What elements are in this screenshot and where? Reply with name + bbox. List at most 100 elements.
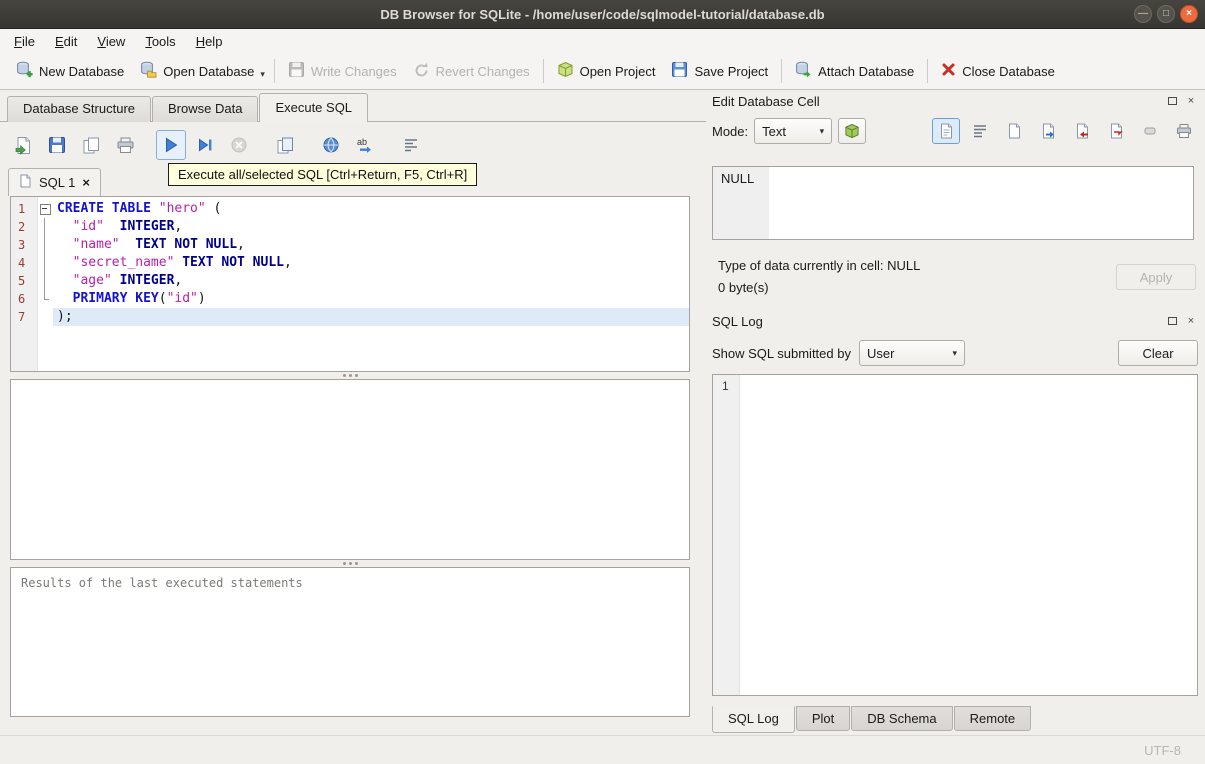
tab-execute-sql[interactable]: Execute SQL xyxy=(259,93,369,122)
save-cell-button[interactable] xyxy=(1102,118,1130,144)
results-message-area[interactable]: Results of the last executed statements xyxy=(10,567,690,717)
code-line-4[interactable]: 4 "secret_name" TEXT NOT NULL, xyxy=(11,254,689,272)
code-line-1[interactable]: 1 CREATE TABLE "hero" ( xyxy=(11,200,689,218)
close-dock-icon[interactable]: × xyxy=(1184,94,1198,108)
attach-database-label: Attach Database xyxy=(818,63,915,79)
fold-toggle-icon[interactable] xyxy=(37,200,53,218)
tab-sql-log[interactable]: SQL Log xyxy=(712,706,795,733)
window-title: DB Browser for SQLite - /home/user/code/… xyxy=(380,6,825,22)
code-text: "age" INTEGER, xyxy=(72,273,183,288)
bottom-tab-bar: SQL Log Plot DB Schema Remote xyxy=(712,706,1032,733)
code-line-3[interactable]: 3 "name" TEXT NOT NULL, xyxy=(11,236,689,254)
save-project-button[interactable]: Save Project xyxy=(663,56,776,86)
menu-file[interactable]: File xyxy=(4,31,45,52)
chevron-down-icon: ▾ xyxy=(819,125,825,136)
close-dock-icon[interactable]: × xyxy=(1184,314,1198,328)
splitter-handle[interactable] xyxy=(10,372,690,379)
tooltip: Execute all/selected SQL [Ctrl+Return, F… xyxy=(168,163,478,186)
copy-cell-button[interactable] xyxy=(1000,118,1028,144)
code-text: PRIMARY KEY("id") xyxy=(72,291,206,306)
sql-log-filter-label: Show SQL submitted by xyxy=(712,345,851,361)
auto-switch-mode-button[interactable] xyxy=(838,118,867,144)
print-cell-button[interactable] xyxy=(1170,118,1198,144)
menu-bar: File Edit View Tools Help xyxy=(0,29,1205,53)
cell-editor[interactable]: NULL xyxy=(712,166,1194,240)
code-line-5[interactable]: 5 "age" INTEGER, xyxy=(11,272,689,290)
results-grid[interactable] xyxy=(10,379,690,560)
fold-margin xyxy=(37,218,53,236)
sql-editor[interactable]: 1 CREATE TABLE "hero" (2 "id" INTEGER, 3 "… xyxy=(10,196,690,372)
format-sql-button[interactable] xyxy=(396,130,426,160)
close-database-icon xyxy=(941,62,956,80)
code-line-2[interactable]: 2 "id" INTEGER, xyxy=(11,218,689,236)
right-pane: Edit Database Cell × Mode: Text ▾ NULL T… xyxy=(706,90,1205,735)
maximize-button[interactable]: □ xyxy=(1157,5,1175,23)
close-database-label: Close Database xyxy=(962,63,1055,79)
print-sql-button[interactable] xyxy=(110,130,140,160)
tab-remote[interactable]: Remote xyxy=(953,706,1032,731)
clear-log-button[interactable]: Clear xyxy=(1118,340,1198,366)
close-window-button[interactable]: × xyxy=(1180,5,1198,23)
minimize-button[interactable]: — xyxy=(1134,5,1152,23)
menu-view[interactable]: View xyxy=(87,31,135,52)
attach-database-button[interactable]: Attach Database xyxy=(787,56,922,86)
close-database-button[interactable]: Close Database xyxy=(933,57,1063,85)
menu-tools[interactable]: Tools xyxy=(135,31,185,52)
sql-log-filter-select[interactable]: User ▾ xyxy=(858,340,965,366)
code-line-7[interactable]: 7); xyxy=(11,308,689,326)
open-database-icon xyxy=(140,61,157,81)
execute-line-button[interactable] xyxy=(190,130,220,160)
sql-file-icon xyxy=(19,174,32,191)
float-dock-icon[interactable] xyxy=(1165,94,1179,108)
open-database-button[interactable]: Open Database xyxy=(132,56,262,86)
left-pane: Database Structure Browse Data Execute S… xyxy=(0,90,706,735)
mode-label: Mode: xyxy=(712,123,749,139)
attach-database-icon xyxy=(795,61,812,81)
title-bar[interactable]: DB Browser for SQLite - /home/user/code/… xyxy=(0,0,1205,29)
execute-sql-toolbar: ab xyxy=(8,128,426,162)
close-tab-icon[interactable]: × xyxy=(82,175,90,190)
revert-changes-icon xyxy=(413,61,430,81)
tab-plot[interactable]: Plot xyxy=(795,706,851,731)
sql-editor-tab[interactable]: SQL 1 × xyxy=(8,168,101,196)
open-database-dropdown-icon[interactable]: ▾ xyxy=(260,61,269,82)
float-dock-icon[interactable] xyxy=(1165,314,1179,328)
code-line-6[interactable]: 6 PRIMARY KEY("id") xyxy=(11,290,689,308)
write-changes-label: Write Changes xyxy=(310,63,397,79)
sql-log-title: SQL Log xyxy=(712,313,763,329)
mode-value: Text xyxy=(762,123,786,139)
cell-size-info: 0 byte(s) xyxy=(718,280,769,295)
log-line: 1 xyxy=(713,378,1197,395)
edit-cell-toolbar: Mode: Text ▾ xyxy=(712,116,1198,146)
tab-browse-data[interactable]: Browse Data xyxy=(152,96,259,122)
set-null-button[interactable] xyxy=(1136,118,1164,144)
write-changes-button: Write Changes xyxy=(280,56,405,86)
text-view-button[interactable] xyxy=(932,118,960,144)
status-bar: UTF-8 xyxy=(0,735,1205,764)
mode-select[interactable]: Text ▾ xyxy=(754,118,833,144)
save-sql-as-button[interactable] xyxy=(76,130,106,160)
export-cell-button[interactable] xyxy=(1034,118,1062,144)
cell-value: NULL xyxy=(721,171,755,186)
revert-changes-button: Revert Changes xyxy=(405,56,538,86)
open-project-button[interactable]: Open Project xyxy=(549,56,664,86)
open-sql-file-button[interactable] xyxy=(8,130,38,160)
encoding-indicator: UTF-8 xyxy=(1144,742,1181,758)
execute-all-button[interactable] xyxy=(156,130,186,160)
splitter-handle[interactable] xyxy=(10,560,690,567)
tab-database-structure[interactable]: Database Structure xyxy=(7,96,152,122)
sql-log-area[interactable]: 1 xyxy=(712,374,1198,696)
import-cell-button[interactable] xyxy=(1068,118,1096,144)
sql-log-filter-row: Show SQL submitted by User ▾ Clear xyxy=(712,338,1198,368)
save-sql-file-button[interactable] xyxy=(42,130,72,160)
new-database-button[interactable]: New Database xyxy=(8,56,132,86)
menu-help[interactable]: Help xyxy=(186,31,233,52)
fold-margin xyxy=(37,272,53,290)
find-replace-button[interactable]: ab xyxy=(350,130,380,160)
sql-tab-label: SQL 1 xyxy=(39,175,76,190)
word-wrap-button[interactable] xyxy=(966,118,994,144)
new-tab-button[interactable] xyxy=(270,130,300,160)
open-remote-button[interactable] xyxy=(316,130,346,160)
tab-db-schema[interactable]: DB Schema xyxy=(851,706,953,731)
menu-edit[interactable]: Edit xyxy=(45,31,87,52)
